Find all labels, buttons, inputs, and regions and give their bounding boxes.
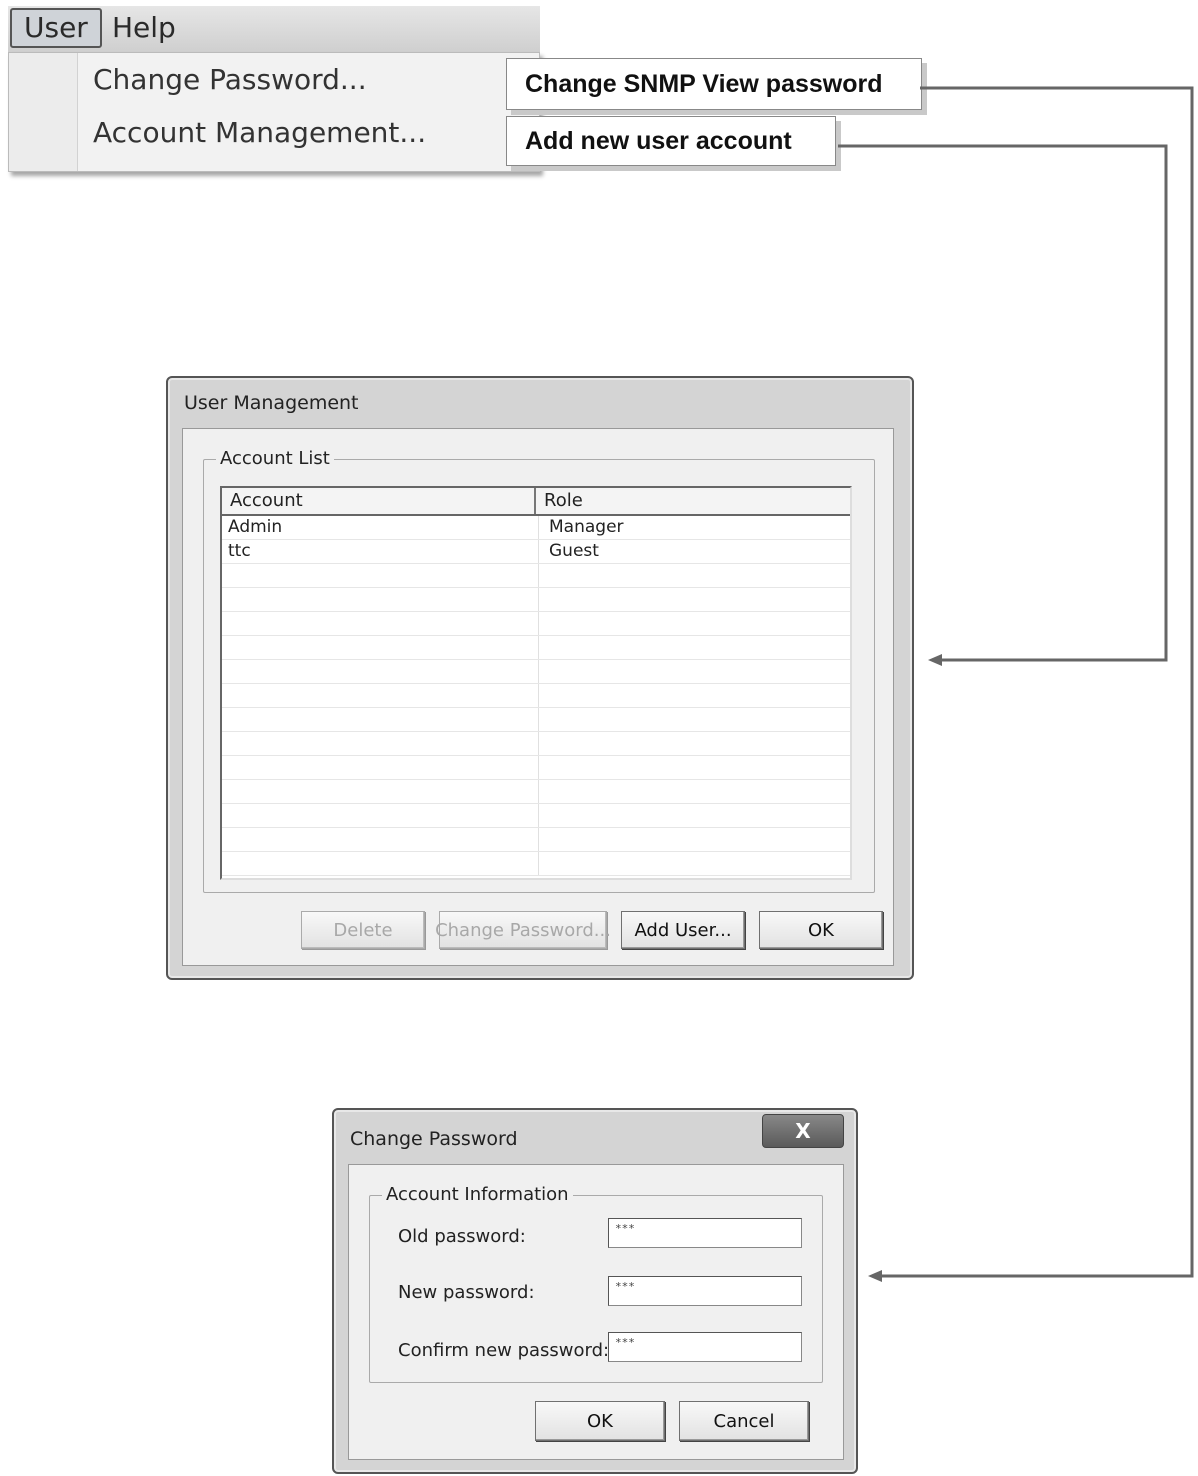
- dialog-title: Change Password: [350, 1128, 518, 1150]
- close-button[interactable]: X: [762, 1114, 844, 1148]
- table-row[interactable]: ttc Guest: [222, 540, 850, 564]
- empty-row: [222, 828, 850, 852]
- group-label: Account Information: [382, 1184, 573, 1205]
- connector-change-password: [876, 86, 1194, 1278]
- empty-row: [222, 660, 850, 684]
- group-label: Account List: [216, 448, 334, 469]
- account-list-group: Account List Account Role Admin Manager …: [203, 448, 875, 893]
- arrowhead-user-management: [928, 654, 942, 666]
- change-password-button[interactable]: Change Password...: [435, 911, 611, 949]
- empty-row: [222, 708, 850, 732]
- cancel-button[interactable]: Cancel: [679, 1401, 809, 1441]
- new-password-label: New password:: [398, 1282, 535, 1303]
- old-password-field[interactable]: ***: [608, 1218, 802, 1248]
- user-management-dialog: User Management Account List Account Rol…: [166, 376, 914, 980]
- old-password-label: Old password:: [398, 1226, 526, 1247]
- change-password-dialog: Change Password X Account Information Ol…: [332, 1108, 858, 1474]
- empty-row: [222, 852, 850, 876]
- delete-button[interactable]: Delete: [301, 911, 425, 949]
- role-cell: Guest: [549, 541, 599, 561]
- empty-row: [222, 732, 850, 756]
- table-row[interactable]: Admin Manager: [222, 516, 850, 540]
- ok-button[interactable]: OK: [759, 911, 883, 949]
- confirm-password-field[interactable]: ***: [608, 1332, 802, 1362]
- arrowhead-change-password: [868, 1270, 882, 1282]
- close-icon: X: [795, 1119, 811, 1143]
- ok-button[interactable]: OK: [535, 1401, 665, 1441]
- empty-row: [222, 780, 850, 804]
- empty-row: [222, 564, 850, 588]
- dialog-client-area: Account Information Old password: *** Ne…: [348, 1164, 844, 1460]
- account-cell: Admin: [222, 516, 539, 539]
- account-list[interactable]: Account Role Admin Manager ttc Guest: [220, 486, 852, 880]
- list-header: Account Role: [222, 488, 850, 516]
- column-header-role[interactable]: Role: [536, 488, 850, 514]
- new-password-field[interactable]: ***: [608, 1276, 802, 1306]
- dialog-client-area: Account List Account Role Admin Manager …: [182, 428, 894, 966]
- role-cell: Manager: [549, 517, 624, 537]
- dialog-title: User Management: [184, 392, 359, 414]
- empty-row: [222, 684, 850, 708]
- add-user-button[interactable]: Add User...: [621, 911, 745, 949]
- empty-row: [222, 804, 850, 828]
- empty-row: [222, 636, 850, 660]
- account-information-group: Account Information Old password: *** Ne…: [369, 1184, 823, 1383]
- confirm-password-label: Confirm new password:: [398, 1340, 610, 1361]
- column-header-account[interactable]: Account: [222, 488, 536, 514]
- empty-row: [222, 588, 850, 612]
- empty-row: [222, 756, 850, 780]
- account-cell: ttc: [222, 540, 539, 563]
- empty-row: [222, 612, 850, 636]
